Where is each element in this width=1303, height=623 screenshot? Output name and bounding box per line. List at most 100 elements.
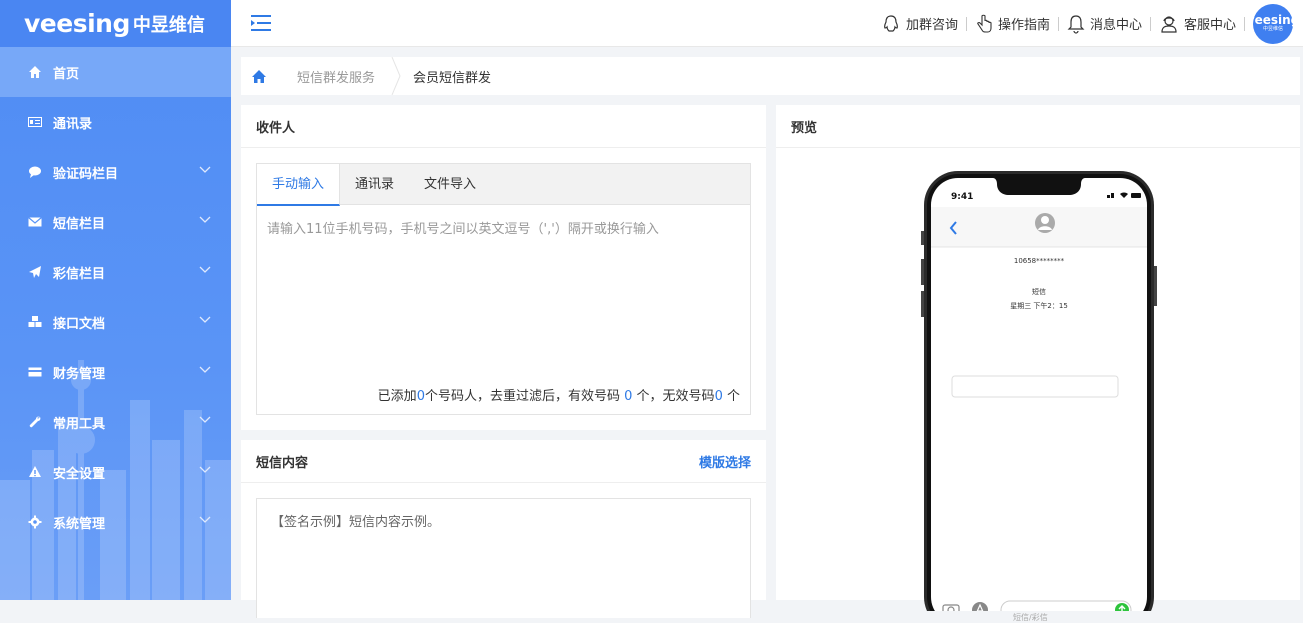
tab-manual-input[interactable]: 手动输入 <box>257 164 341 206</box>
sidebar-item-2[interactable]: 验证码栏目 <box>0 147 231 197</box>
chevron-down-icon <box>199 216 211 223</box>
phone-input-placeholder: 短信/彩信 <box>1013 613 1048 622</box>
menu-toggle-button[interactable] <box>251 14 271 36</box>
recipients-panel: 收件人 手动输入 通讯录 文件导入 已添加0个号码人，去重过滤后，有效号码 0 … <box>241 105 766 430</box>
sidebar-item-6[interactable]: 财务管理 <box>0 347 231 397</box>
message-type-label: 短信 <box>1032 288 1046 296</box>
sidebar-item-8[interactable]: 安全设置 <box>0 447 231 497</box>
count-prefix: 已添加 <box>377 389 417 404</box>
preview-panel: 预览 9:41 10658******** 短信 星期三 下午2：15 短信/彩… <box>776 105 1300 622</box>
chevron-down-icon <box>199 266 211 273</box>
brand-logo[interactable]: veesing 中昱维信 <box>0 0 231 47</box>
top-actions: 加群咨询 操作指南 消息中心 客服中心 veesing 中昱维信 <box>873 0 1299 47</box>
cubes-icon <box>28 316 42 327</box>
breadcrumb-item[interactable]: 短信群发服务 <box>277 57 401 95</box>
sidebar-item-1[interactable]: 通讯录 <box>0 97 231 147</box>
bell-icon <box>1067 14 1085 34</box>
chevron-down-icon <box>199 416 211 423</box>
sidebar-item-3[interactable]: 短信栏目 <box>0 197 231 247</box>
phone-time: 9:41 <box>951 192 974 202</box>
message-center-link[interactable]: 消息中心 <box>1059 14 1150 34</box>
home-icon <box>29 66 41 78</box>
recipient-count-summary: 已添加0个号码人，去重过滤后，有效号码 0 个，无效号码0 个 <box>378 385 740 404</box>
template-select-link[interactable]: 模版选择 <box>699 452 751 471</box>
breadcrumb-item-current: 会员短信群发 <box>393 57 509 95</box>
chevron-down-icon <box>199 166 211 173</box>
breadcrumb: 短信群发服务 会员短信群发 <box>241 57 1300 95</box>
sidebar-item-4[interactable]: 彩信栏目 <box>0 247 231 297</box>
phone-screen: 9:41 10658******** 短信 星期三 下午2：15 短信/彩信 <box>921 171 1157 622</box>
address-card-icon <box>28 117 42 127</box>
phone-mockup: 9:41 10658******** 短信 星期三 下午2：15 短信/彩信 <box>921 171 1157 622</box>
qq-icon <box>883 14 898 32</box>
sms-content-box: 【签名示例】短信内容示例。 <box>256 498 751 618</box>
sidebar-item-label: 常用工具 <box>53 416 106 432</box>
sidebar-item-label: 首页 <box>53 66 80 82</box>
gear-icon <box>28 515 42 529</box>
sidebar-nav: 首页通讯录验证码栏目短信栏目彩信栏目接口文档财务管理常用工具安全设置系统管理 <box>0 47 231 547</box>
sidebar-item-label: 系统管理 <box>53 516 106 532</box>
chat-bubble-icon <box>29 166 41 178</box>
panel-header: 收件人 <box>241 105 766 148</box>
sidebar: veesing 中昱维信 首页通讯录验证码栏目短信栏目彩信栏目接口文档财务管理常… <box>0 0 231 600</box>
chevron-down-icon <box>199 466 211 473</box>
chevron-down-icon <box>199 316 211 323</box>
support-agent-icon <box>1161 15 1177 33</box>
tab-file-import[interactable]: 文件导入 <box>409 164 491 205</box>
logo-word: veesing <box>24 9 130 38</box>
sidebar-item-label: 通讯录 <box>53 116 93 132</box>
avatar[interactable]: veesing 中昱维信 <box>1247 3 1299 44</box>
breadcrumb-label: 会员短信群发 <box>413 70 492 86</box>
pointer-hand-icon <box>977 14 992 33</box>
chevron-down-icon <box>199 366 211 373</box>
menu-collapse-icon <box>251 15 271 31</box>
panel-title: 预览 <box>791 120 818 136</box>
sidebar-item-label: 彩信栏目 <box>53 266 106 282</box>
sidebar-item-9[interactable]: 系统管理 <box>0 497 231 547</box>
count-mid2: 个，无效号码 <box>636 389 715 404</box>
avatar-word: veesing <box>1246 13 1300 27</box>
topbar: 加群咨询 操作指南 消息中心 客服中心 veesing 中昱维信 <box>231 0 1303 47</box>
count-invalid: 0 <box>714 389 723 404</box>
divider <box>1244 16 1245 31</box>
join-group-label: 加群咨询 <box>905 18 958 33</box>
sidebar-item-label: 验证码栏目 <box>53 166 119 182</box>
sidebar-item-label: 安全设置 <box>53 466 106 482</box>
chevron-down-icon <box>199 516 211 523</box>
sidebar-item-5[interactable]: 接口文档 <box>0 297 231 347</box>
count-added: 0 <box>416 389 425 404</box>
count-valid: 0 <box>624 389 633 404</box>
recipient-input-box: 手动输入 通讯录 文件导入 已添加0个号码人，去重过滤后，有效号码 0 个，无效… <box>256 163 751 415</box>
join-group-link[interactable]: 加群咨询 <box>873 14 966 34</box>
panel-header: 短信内容 模版选择 <box>241 440 766 483</box>
sidebar-item-label: 接口文档 <box>53 316 106 332</box>
count-suffix: 个 <box>726 389 740 404</box>
paper-plane-icon <box>29 266 41 278</box>
home-icon <box>252 69 266 83</box>
phone-numbers-input[interactable] <box>257 206 750 366</box>
message-center-label: 消息中心 <box>1089 18 1142 33</box>
message-date: 星期三 下午2：15 <box>1010 302 1068 310</box>
panel-header: 预览 <box>776 105 1300 148</box>
sender-number: 10658******** <box>1013 257 1065 265</box>
count-mid: 个号码人，去重过滤后，有效号码 <box>424 389 620 404</box>
support-center-link[interactable]: 客服中心 <box>1151 14 1244 34</box>
breadcrumb-home[interactable] <box>241 57 277 95</box>
tab-contacts[interactable]: 通讯录 <box>340 164 409 205</box>
recipient-tabs: 手动输入 通讯录 文件导入 <box>257 164 750 206</box>
sms-content-input[interactable]: 【签名示例】短信内容示例。 <box>257 499 750 618</box>
sms-content-panel: 短信内容 模版选择 【签名示例】短信内容示例。 <box>241 440 766 618</box>
guide-link[interactable]: 操作指南 <box>967 14 1058 34</box>
sidebar-item-7[interactable]: 常用工具 <box>0 397 231 447</box>
sidebar-item-label: 财务管理 <box>53 366 106 382</box>
panel-title: 收件人 <box>256 120 296 136</box>
breadcrumb-label: 短信群发服务 <box>297 70 376 86</box>
guide-label: 操作指南 <box>997 18 1050 33</box>
panel-title: 短信内容 <box>256 455 309 471</box>
warning-icon <box>29 466 41 477</box>
sidebar-item-0[interactable]: 首页 <box>0 47 231 97</box>
credit-card-icon <box>28 367 42 377</box>
support-center-label: 客服中心 <box>1183 18 1236 33</box>
sidebar-item-label: 短信栏目 <box>53 216 106 232</box>
envelope-icon <box>28 217 42 227</box>
